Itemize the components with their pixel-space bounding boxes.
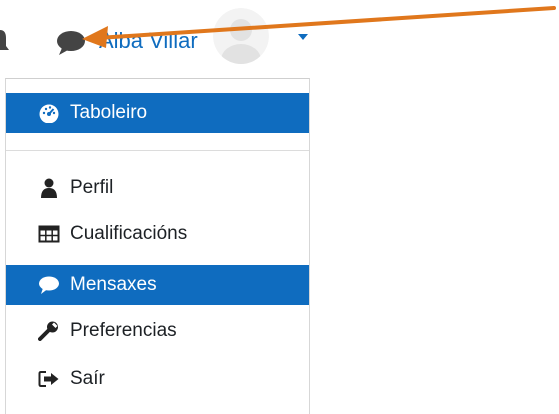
dashboard-gauge-icon bbox=[39, 104, 59, 123]
menu-item-label: Cualificacións bbox=[70, 223, 188, 244]
menu-item-label: Taboleiro bbox=[70, 102, 148, 123]
menu-item-label: Mensaxes bbox=[70, 274, 157, 295]
menu-item-grades[interactable]: Cualificacións bbox=[6, 214, 309, 254]
user-avatar-placeholder-icon bbox=[213, 8, 269, 64]
user-icon bbox=[41, 178, 57, 198]
menu-item-preferences[interactable]: Preferencias bbox=[6, 311, 309, 351]
user-avatar[interactable] bbox=[213, 8, 269, 64]
menu-item-profile[interactable]: Perfil bbox=[6, 168, 309, 208]
screenshot-stage: Alba Villar Taboleiro Perfil Cualificaci… bbox=[0, 0, 559, 414]
chat-bubble-icon bbox=[39, 276, 59, 294]
chat-bubble-icon[interactable] bbox=[54, 29, 88, 57]
bell-icon[interactable] bbox=[0, 30, 24, 54]
table-grid-icon bbox=[38, 225, 60, 243]
menu-item-label: Preferencias bbox=[70, 320, 177, 341]
user-dropdown-menu: Taboleiro Perfil Cualificacións Mensaxes… bbox=[5, 78, 310, 414]
menu-item-logout[interactable]: Saír bbox=[6, 359, 309, 399]
menu-item-label: Perfil bbox=[70, 177, 114, 198]
menu-item-label: Saír bbox=[70, 368, 105, 389]
wrench-icon bbox=[38, 321, 58, 341]
sign-out-icon bbox=[38, 371, 59, 387]
menu-divider bbox=[6, 150, 309, 151]
top-navbar: Alba Villar bbox=[0, 0, 559, 80]
caret-down-icon[interactable] bbox=[296, 30, 310, 44]
menu-item-messages[interactable]: Mensaxes bbox=[6, 265, 309, 305]
user-name[interactable]: Alba Villar bbox=[99, 27, 198, 55]
menu-item-dashboard[interactable]: Taboleiro bbox=[6, 93, 309, 133]
